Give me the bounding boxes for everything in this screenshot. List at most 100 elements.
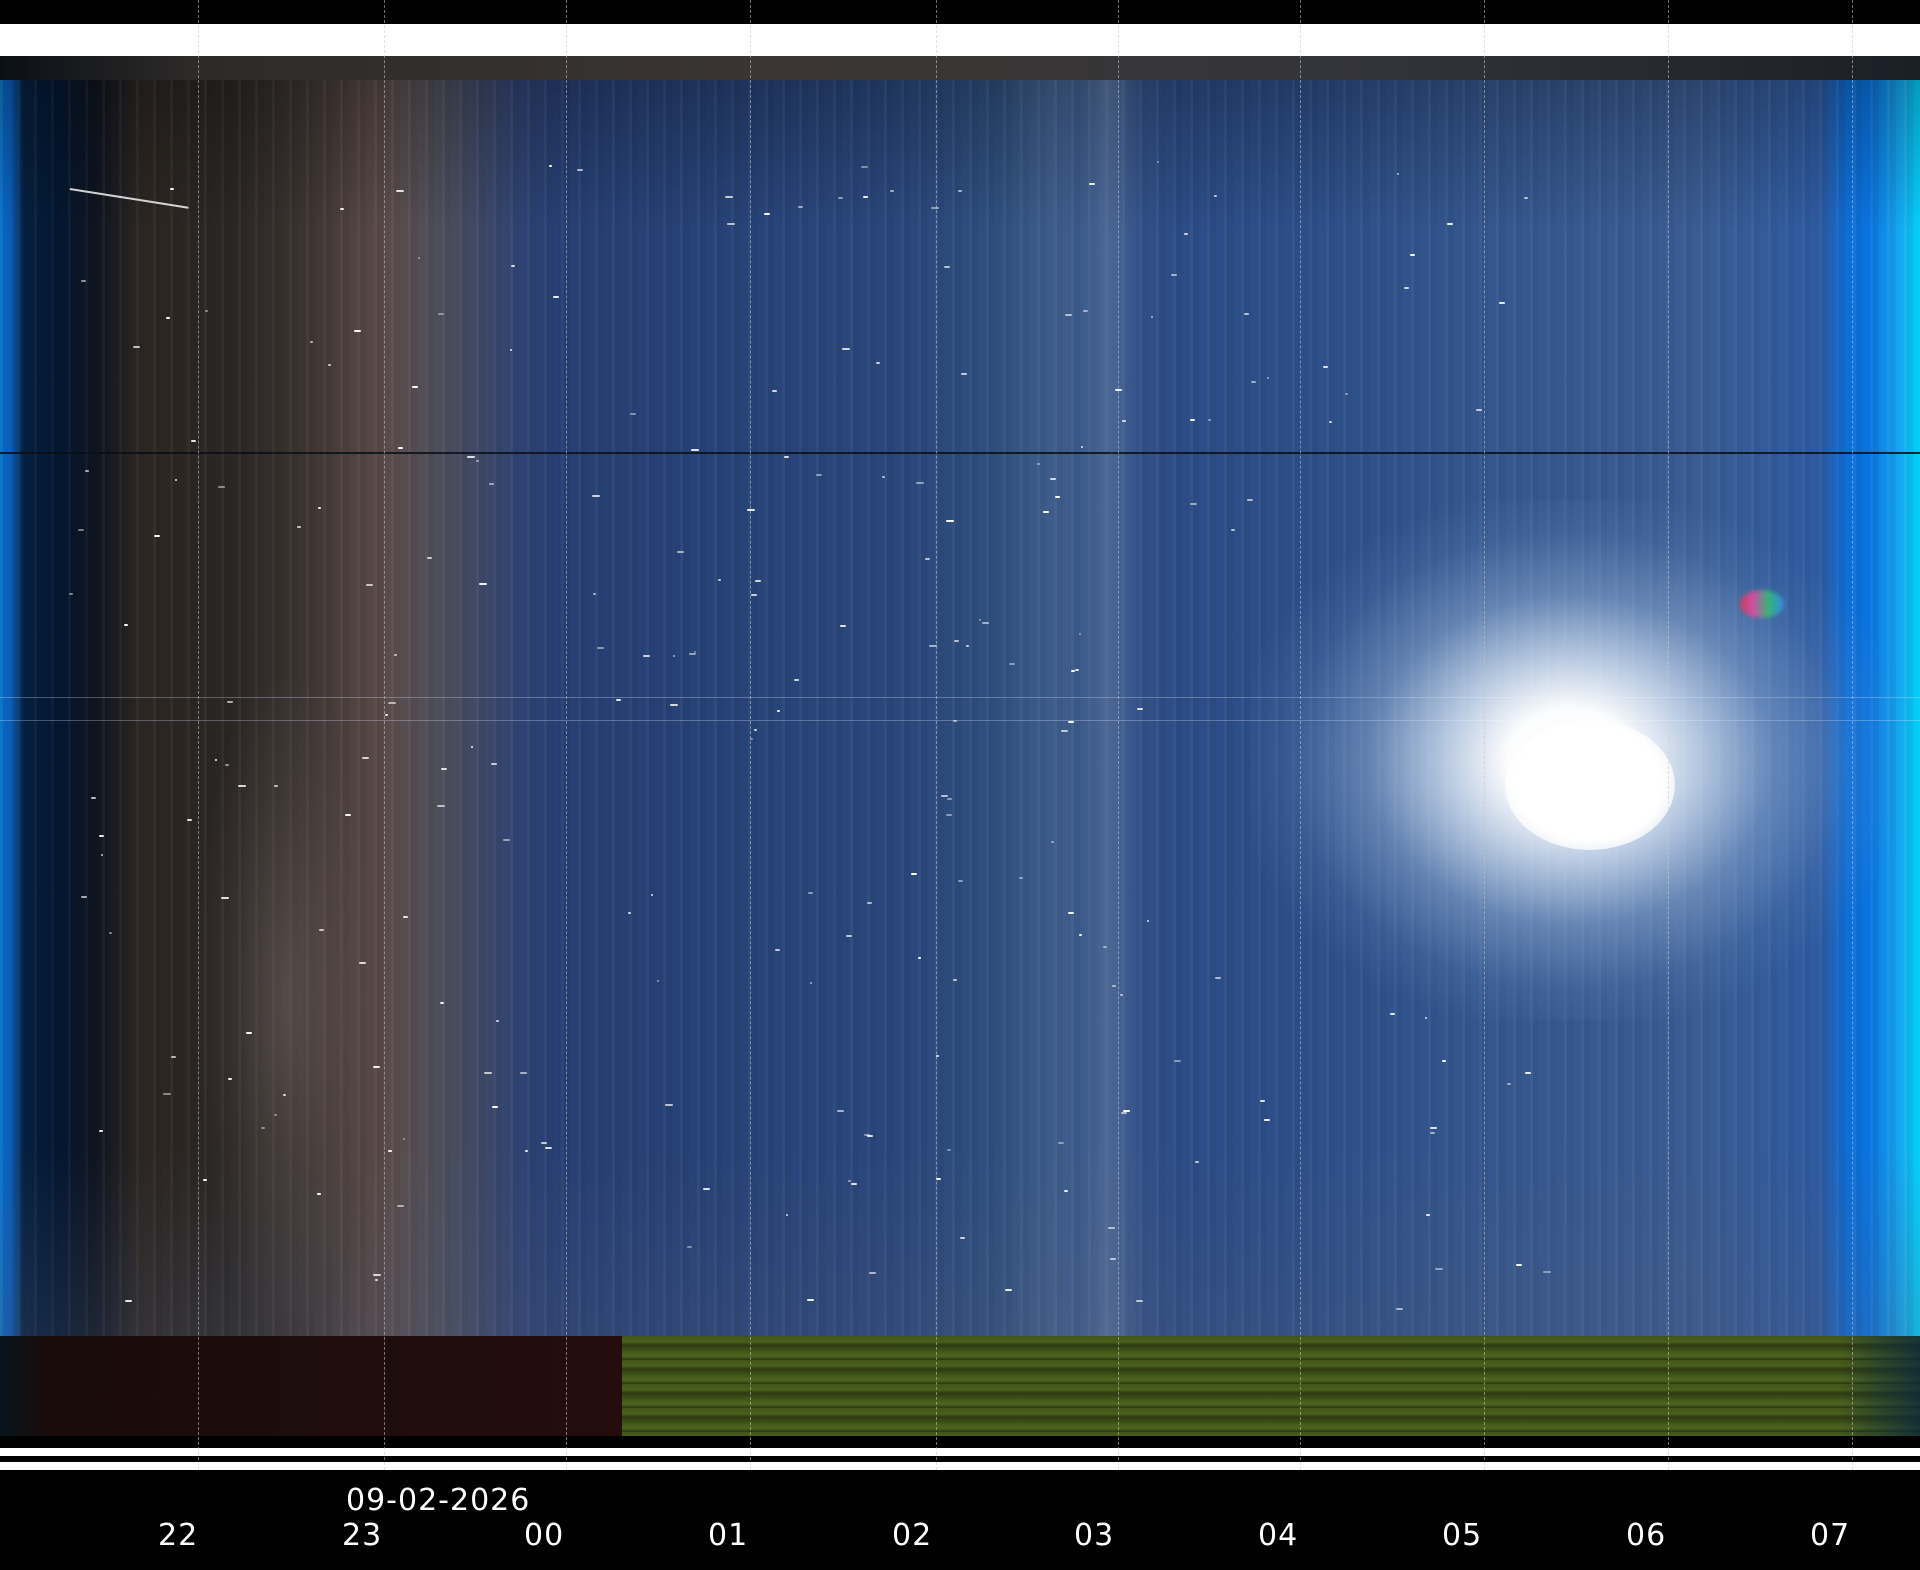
star-trail xyxy=(1037,463,1040,465)
star-trail xyxy=(203,1179,207,1181)
star-trail xyxy=(966,645,969,647)
star-trail xyxy=(751,594,757,596)
hour-gridline xyxy=(1668,0,1669,1470)
star-trail xyxy=(1064,1190,1068,1192)
star-trail xyxy=(777,710,780,712)
keogram-sky xyxy=(0,80,1920,1336)
star-trail xyxy=(1174,1060,1181,1062)
star-trail xyxy=(1005,1289,1012,1291)
star-trail xyxy=(1071,670,1075,672)
star-trail xyxy=(1231,529,1235,531)
star-trail xyxy=(274,1114,277,1116)
star-trail xyxy=(1426,1214,1430,1216)
star-trail xyxy=(718,579,721,581)
star-trail xyxy=(187,819,192,821)
hour-gridline xyxy=(1300,0,1301,1470)
star-trail xyxy=(1050,478,1056,480)
star-trail xyxy=(1137,708,1143,710)
star-trail xyxy=(1244,313,1249,315)
star-trail xyxy=(1476,409,1482,411)
star-trail xyxy=(630,413,636,415)
star-trail xyxy=(1208,419,1211,421)
star-trail xyxy=(1051,841,1054,843)
star-trail xyxy=(133,346,140,348)
star-trail xyxy=(592,495,600,497)
star-trail xyxy=(1061,730,1068,732)
top-white-bar xyxy=(0,24,1920,56)
star-trail xyxy=(297,526,301,528)
star-trail xyxy=(101,854,103,856)
star-trail xyxy=(954,640,959,642)
star-trail xyxy=(205,310,208,312)
star-trail xyxy=(69,593,73,595)
star-trail xyxy=(960,1237,965,1239)
star-trail xyxy=(979,619,981,621)
star-trail xyxy=(467,456,475,458)
star-trail xyxy=(616,699,621,701)
star-trail xyxy=(1410,254,1415,256)
star-trail xyxy=(525,1150,528,1152)
star-trail xyxy=(78,529,84,531)
hour-gridline xyxy=(750,0,751,1470)
star-trail xyxy=(1122,420,1126,422)
sun xyxy=(1505,720,1675,850)
star-trail xyxy=(388,702,396,704)
star-trail xyxy=(166,317,170,319)
star-trail xyxy=(328,364,331,366)
star-trail xyxy=(727,223,735,225)
star-trail xyxy=(319,929,324,931)
star-trail xyxy=(366,584,373,586)
hour-label: 02 xyxy=(892,1518,933,1553)
milky-way-glow xyxy=(200,680,370,1320)
star-trail xyxy=(577,169,583,171)
star-trail xyxy=(191,440,196,442)
star-trail xyxy=(441,768,447,770)
star-trail xyxy=(1195,1161,1199,1163)
star-trail xyxy=(318,507,321,509)
hour-label: 07 xyxy=(1810,1518,1851,1553)
star-trail xyxy=(218,486,225,488)
star-trail xyxy=(359,962,366,964)
star-trail xyxy=(549,165,552,167)
star-trail xyxy=(931,207,939,209)
star-trail xyxy=(775,949,780,951)
star-trail xyxy=(1404,287,1409,289)
star-trail xyxy=(1516,1264,1522,1266)
star-trail xyxy=(837,1110,844,1112)
star-trail xyxy=(848,1180,851,1182)
star-trail xyxy=(890,190,894,192)
star-trail xyxy=(1136,1300,1143,1302)
cloud-streak xyxy=(1080,80,1140,1336)
star-trail xyxy=(221,897,229,899)
star-trail xyxy=(1543,1271,1551,1273)
star-trail xyxy=(810,982,812,984)
star-trail xyxy=(925,558,930,560)
star-trail xyxy=(1081,446,1083,448)
star-trail xyxy=(1043,511,1049,513)
ground-day xyxy=(622,1336,1920,1436)
hour-label: 06 xyxy=(1626,1518,1667,1553)
star-trail xyxy=(694,651,696,653)
star-trail xyxy=(982,622,989,624)
star-trail xyxy=(1079,633,1081,635)
star-trail xyxy=(479,583,487,585)
hour-label: 00 xyxy=(524,1518,565,1553)
star-trail xyxy=(1345,393,1348,395)
star-trail xyxy=(227,701,233,703)
star-trail xyxy=(373,1066,380,1068)
star-trail xyxy=(1525,1072,1531,1074)
star-trail xyxy=(808,892,813,894)
star-trail xyxy=(124,624,128,626)
star-trail xyxy=(747,509,755,511)
hour-gridline xyxy=(1484,0,1485,1470)
star-trail xyxy=(1121,1112,1127,1114)
star-trail xyxy=(489,483,494,485)
ground-night xyxy=(0,1336,622,1436)
bottom-white-bar xyxy=(0,1462,1920,1470)
star-trail xyxy=(484,1072,492,1074)
star-trail xyxy=(670,704,678,706)
star-trail xyxy=(947,1149,951,1151)
hour-label: 23 xyxy=(342,1518,383,1553)
star-trail xyxy=(317,1193,321,1195)
star-trail xyxy=(1068,912,1074,914)
